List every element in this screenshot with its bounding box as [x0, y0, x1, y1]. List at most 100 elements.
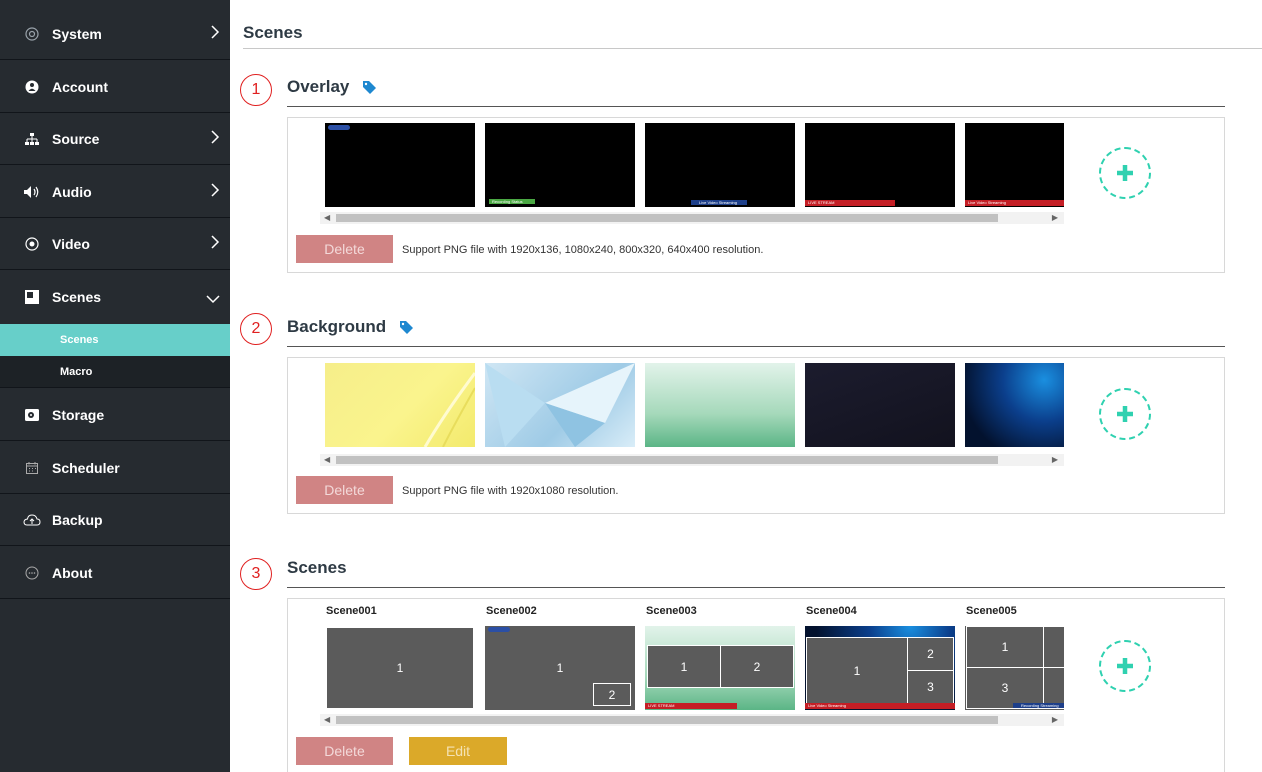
overlay-badge — [328, 125, 350, 130]
scene-window: 1 — [327, 628, 473, 708]
background-thumb-2[interactable] — [485, 363, 635, 447]
sidebar-item-label: Backup — [52, 511, 103, 528]
sidebar-subitem-label: Scenes — [60, 334, 99, 346]
section-title-scenes: Scenes — [287, 558, 347, 578]
overlay-thumb-3[interactable]: Live Video Streaming — [645, 123, 795, 207]
scene-window: 3 — [907, 670, 954, 704]
background-scrollbar[interactable]: ◀ ▶ — [320, 454, 1064, 466]
scenes-scrollbar[interactable]: ◀ ▶ — [320, 714, 1064, 726]
section-title-background: Background — [287, 317, 414, 337]
scene-thumb-3[interactable]: 1 2 LIVE STREAM — [645, 626, 795, 710]
background-pattern — [423, 372, 475, 447]
add-scene-button[interactable] — [1099, 640, 1151, 692]
scenes-icon — [22, 289, 42, 305]
overlay-thumb-2[interactable]: Recording Status — [485, 123, 635, 207]
background-thumb-1[interactable] — [325, 363, 475, 447]
divider — [287, 587, 1225, 588]
scrollbar-thumb[interactable] — [336, 214, 998, 222]
tag-icon[interactable] — [398, 319, 414, 335]
scene-window — [1043, 626, 1064, 668]
sidebar-item-label: Account — [52, 78, 108, 95]
scroll-left-icon[interactable]: ◀ — [324, 714, 330, 726]
chevron-right-icon — [210, 25, 220, 42]
scene-thumb-5[interactable]: 1 3 Recording Streaming — [965, 626, 1064, 710]
sidebar-item-about[interactable]: About — [0, 547, 230, 599]
sidebar-item-account[interactable]: Account — [0, 61, 230, 113]
add-overlay-button[interactable] — [1099, 147, 1151, 199]
background-delete-button[interactable]: Delete — [296, 476, 393, 504]
scrollbar-thumb[interactable] — [336, 456, 998, 464]
scene-window: 2 — [593, 683, 631, 706]
overlay-format-note: Support PNG file with 1920x136, 1080x240… — [402, 244, 764, 256]
sidebar-item-video[interactable]: Video — [0, 218, 230, 270]
sidebar-subitem-macro[interactable]: Macro — [0, 356, 230, 388]
sidebar-item-system[interactable]: System — [0, 8, 230, 60]
gear-icon — [22, 26, 42, 41]
chevron-right-icon — [210, 235, 220, 252]
scroll-left-icon[interactable]: ◀ — [324, 212, 330, 224]
scene-label: Scene003 — [646, 605, 697, 617]
marker-1: 1 — [240, 74, 272, 106]
scene-label: Scene002 — [486, 605, 537, 617]
background-pattern — [485, 363, 635, 447]
scene-thumb-4[interactable]: 1 2 3 Live Video Streaming — [805, 626, 955, 710]
scene-bar: Live Video Streaming — [805, 703, 955, 709]
overlay-thumb-4[interactable]: LIVE STREAM — [805, 123, 955, 207]
overlay-bar: Recording Status — [489, 199, 535, 204]
sidebar-item-scheduler[interactable]: Scheduler — [0, 442, 230, 494]
scene-bar: LIVE STREAM — [645, 703, 737, 709]
scroll-right-icon[interactable]: ▶ — [1052, 454, 1058, 466]
overlay-scrollbar[interactable]: ◀ ▶ — [320, 212, 1064, 224]
sidebar-subitem-scenes[interactable]: Scenes — [0, 324, 230, 356]
chevron-right-icon — [210, 183, 220, 200]
section-title-overlay: Overlay — [287, 77, 377, 97]
sidebar: System Account Source Audio Video Scenes — [0, 0, 230, 772]
add-background-button[interactable] — [1099, 388, 1151, 440]
divider — [243, 48, 1262, 49]
plus-icon — [1117, 406, 1133, 422]
scene-thumb-1[interactable]: 1 — [325, 626, 475, 710]
overlay-thumb-5[interactable]: Live Video Streaming — [965, 123, 1064, 207]
divider — [287, 346, 1225, 347]
scene-label: Scene001 — [326, 605, 377, 617]
chevron-down-icon — [206, 291, 220, 307]
sidebar-item-audio[interactable]: Audio — [0, 166, 230, 218]
scenes-delete-button[interactable]: Delete — [296, 737, 393, 765]
scene-thumb-2[interactable]: 1 2 — [485, 626, 635, 710]
sidebar-subitem-label: Macro — [60, 365, 93, 378]
scene-window: 1 — [966, 626, 1044, 668]
scene-window: 2 — [907, 637, 954, 671]
sidebar-item-label: System — [52, 25, 102, 42]
overlay-delete-button[interactable]: Delete — [296, 235, 393, 263]
scroll-right-icon[interactable]: ▶ — [1052, 212, 1058, 224]
section-title-text: Overlay — [287, 77, 350, 96]
sidebar-item-scenes[interactable]: Scenes — [0, 271, 230, 323]
scene-label: Scene005 — [966, 605, 1017, 617]
scrollbar-thumb[interactable] — [336, 716, 998, 724]
background-thumb-5[interactable] — [965, 363, 1064, 447]
chat-dots-icon — [22, 566, 42, 580]
sidebar-item-storage[interactable]: Storage — [0, 389, 230, 441]
sidebar-item-source[interactable]: Source — [0, 113, 230, 165]
network-icon — [22, 132, 42, 146]
overlay-thumb-1[interactable] — [325, 123, 475, 207]
sidebar-item-label: Audio — [52, 183, 92, 200]
divider — [287, 106, 1225, 107]
plus-icon — [1117, 165, 1133, 181]
section-title-text: Background — [287, 317, 387, 336]
background-format-note: Support PNG file with 1920x1080 resoluti… — [402, 485, 619, 497]
sidebar-item-backup[interactable]: Backup — [0, 494, 230, 546]
calendar-icon — [22, 461, 42, 475]
user-icon — [22, 80, 42, 94]
plus-icon — [1117, 658, 1133, 674]
scroll-right-icon[interactable]: ▶ — [1052, 714, 1058, 726]
scroll-left-icon[interactable]: ◀ — [324, 454, 330, 466]
tag-icon[interactable] — [361, 79, 377, 95]
background-thumb-3[interactable] — [645, 363, 795, 447]
background-thumb-4[interactable] — [805, 363, 955, 447]
marker-2: 2 — [240, 313, 272, 345]
chevron-right-icon — [210, 130, 220, 147]
scenes-edit-button[interactable]: Edit — [409, 737, 507, 765]
overlay-badge — [488, 627, 510, 632]
scene-window: 2 — [720, 645, 794, 688]
